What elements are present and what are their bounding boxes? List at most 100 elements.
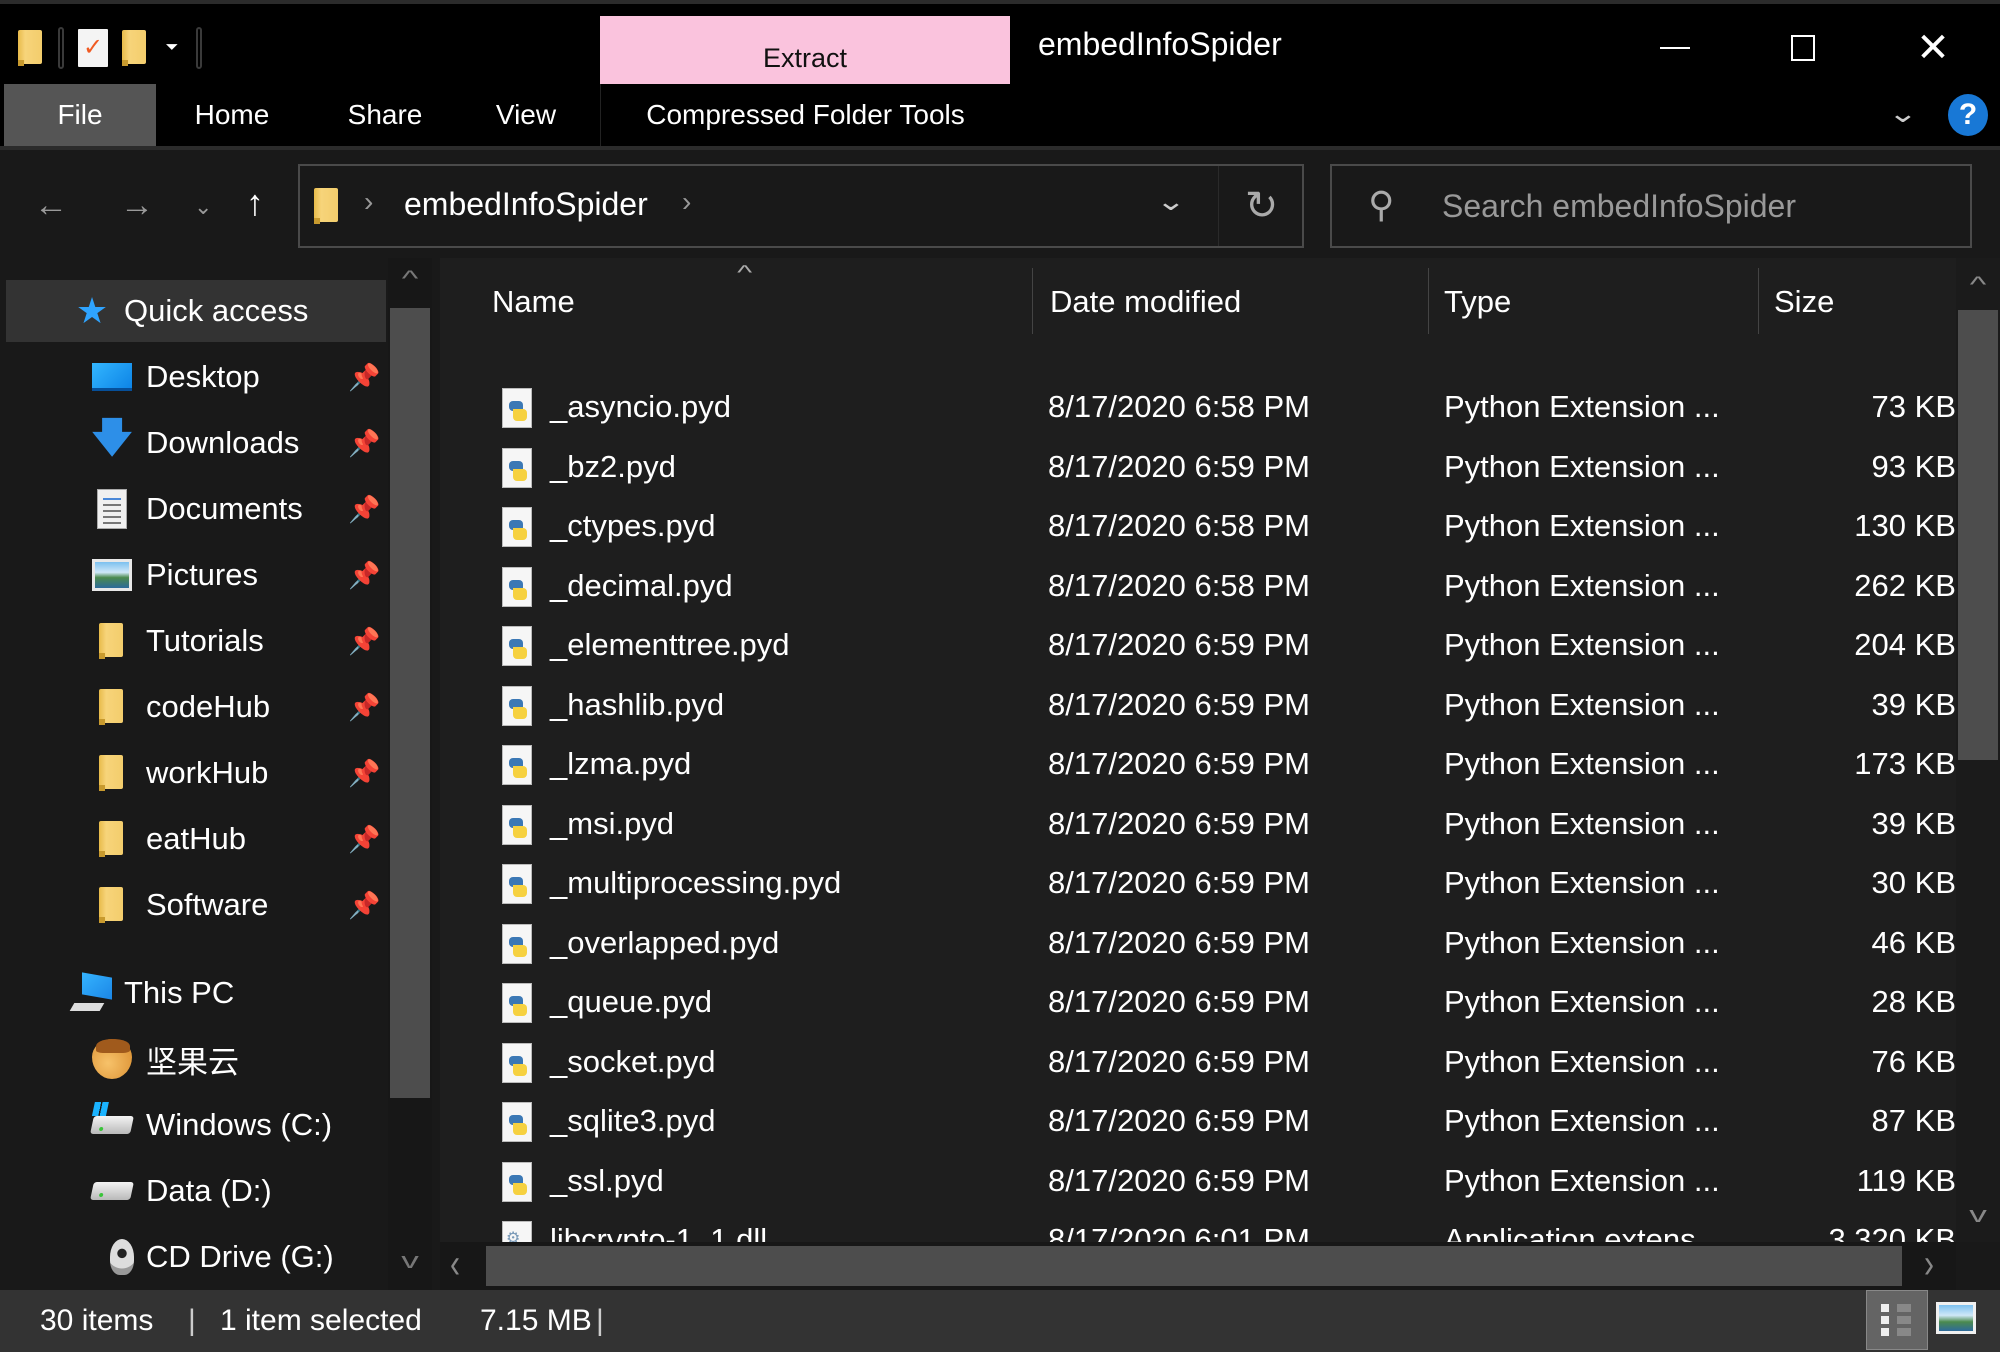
forward-button[interactable]: → (120, 186, 154, 225)
column-date-modified[interactable]: Date modified (1050, 264, 1241, 340)
sidebar-item-desktop[interactable]: Desktop 📌 (6, 346, 386, 408)
sidebar-item-downloads[interactable]: 🡇 Downloads 📌 (6, 412, 386, 474)
file-list: ^ Name Date modified Type Size _asyncio.… (440, 258, 2000, 1242)
pin-icon[interactable]: 📌 (348, 758, 380, 789)
breadcrumb-chevron-icon[interactable]: › (682, 186, 691, 218)
sidebar-item-pictures[interactable]: Pictures 📌 (6, 544, 386, 606)
address-dropdown-icon[interactable]: ⌄ (1156, 186, 1187, 217)
sidebar-item-windows-c[interactable]: Windows (C:) (6, 1094, 386, 1156)
column-divider[interactable] (1032, 268, 1033, 334)
extract-contextual-tab[interactable]: Extract (600, 16, 1010, 86)
tab-view[interactable]: View (476, 84, 576, 146)
pin-icon[interactable]: 📌 (348, 626, 380, 657)
sidebar-item-software[interactable]: Software 📌 (6, 874, 386, 936)
file-row[interactable]: _overlapped.pyd 8/17/2020 6:59 PM Python E… (440, 914, 1956, 972)
file-row[interactable]: _ctypes.pyd 8/17/2020 6:58 PM Python Exten… (440, 497, 1956, 555)
column-divider[interactable] (1428, 268, 1429, 334)
file-size: 39 KB (1871, 805, 1956, 841)
sidebar-item-this-pc[interactable]: This PC (6, 962, 386, 1024)
scroll-left-icon[interactable]: ‹ (450, 1241, 460, 1289)
column-name[interactable]: Name (492, 264, 575, 340)
file-row[interactable]: libcrypto-1_1.dll 8/17/2020 6:01 PM Applic… (440, 1211, 1956, 1242)
pin-icon[interactable]: 📌 (348, 560, 380, 591)
file-row[interactable]: _socket.pyd 8/17/2020 6:59 PM Python Exten… (440, 1033, 1956, 1091)
pin-icon[interactable]: 📌 (348, 428, 380, 459)
file-row[interactable]: _msi.pyd 8/17/2020 6:59 PM Python Extensio… (440, 795, 1956, 853)
scroll-down-icon[interactable]: v (375, 1248, 432, 1274)
refresh-button[interactable]: ↻ (1218, 166, 1304, 246)
tab-share[interactable]: Share (330, 84, 440, 146)
new-folder-icon[interactable] (122, 30, 148, 66)
tab-file[interactable]: File (4, 84, 156, 146)
search-box[interactable]: ⚲ (1330, 164, 1972, 248)
navigation-pane-scrollbar[interactable]: ^ v (388, 258, 432, 1290)
sidebar-item-eathub[interactable]: eatHub 📌 (6, 808, 386, 870)
maximize-button[interactable] (1758, 18, 1848, 78)
file-row[interactable]: _sqlite3.pyd 8/17/2020 6:59 PM Python Exte… (440, 1092, 1956, 1150)
expand-ribbon-chevron-icon[interactable]: ⌄ (1888, 98, 1919, 129)
file-row[interactable]: _decimal.pyd 8/17/2020 6:58 PM Python Exte… (440, 557, 1956, 615)
scrollbar-thumb[interactable] (390, 308, 430, 1098)
pin-icon[interactable]: 📌 (348, 362, 380, 393)
breadcrumb-chevron-icon[interactable]: › (364, 186, 373, 218)
sidebar-item-data-d[interactable]: Data (D:) (6, 1160, 386, 1222)
large-icons-view-button[interactable] (1936, 1302, 1976, 1334)
pin-icon[interactable]: 📌 (348, 824, 380, 855)
sidebar-item-documents[interactable]: Documents 📌 (6, 478, 386, 540)
up-button[interactable]: ↑ (246, 182, 264, 224)
tab-home[interactable]: Home (170, 84, 294, 146)
sidebar-item-quick-access[interactable]: ★ Quick access (6, 280, 386, 342)
recent-locations-button[interactable]: ⌄ (194, 194, 212, 220)
help-button[interactable]: ? (1948, 94, 1988, 136)
file-type: Python Extension ... (1444, 1043, 1720, 1079)
sidebar-item-tutorials[interactable]: Tutorials 📌 (6, 610, 386, 672)
sidebar-item-cd-drive-g[interactable]: CD Drive (G:) (6, 1226, 386, 1288)
close-button[interactable]: ✕ (1888, 18, 1978, 78)
file-type: Python Extension ... (1444, 984, 1720, 1019)
breadcrumb-item[interactable]: embedInfoSpider (404, 186, 648, 223)
file-row[interactable]: _lzma.pyd 8/17/2020 6:59 PM Python Extensi… (440, 735, 1956, 793)
sidebar-item-codehub[interactable]: codeHub 📌 (6, 676, 386, 738)
back-button[interactable]: ← (34, 186, 68, 225)
pin-icon[interactable]: 📌 (348, 494, 380, 525)
file-row[interactable]: _multiprocessing.pyd 8/17/2020 6:59 PM Pyt… (440, 854, 1956, 912)
scroll-up-icon[interactable]: ^ (375, 266, 432, 292)
column-size[interactable]: Size (1774, 264, 1834, 340)
pin-icon[interactable]: 📌 (348, 890, 380, 921)
file-row[interactable]: _hashlib.pyd 8/17/2020 6:59 PM Python Exte… (440, 676, 1956, 734)
file-size: 119 KB (1856, 1162, 1956, 1198)
scroll-right-icon[interactable]: › (1924, 1241, 1934, 1289)
selection-count: 1 item selected (220, 1304, 422, 1337)
sidebar-item-workhub[interactable]: workHub 📌 (6, 742, 386, 804)
sidebar-item-nutstore[interactable]: 坚果云 (6, 1028, 386, 1090)
pin-icon[interactable]: 📌 (348, 692, 380, 723)
file-date-modified: 8/17/2020 6:59 PM (1048, 805, 1310, 841)
address-bar[interactable]: › embedInfoSpider › ⌄ ↻ (298, 164, 1304, 248)
customize-dropdown-icon[interactable]: ⏷ (162, 39, 182, 57)
folder-icon (92, 621, 132, 661)
scrollbar-thumb[interactable] (486, 1246, 1902, 1286)
file-row[interactable]: _bz2.pyd 8/17/2020 6:59 PM Python Extensio… (440, 438, 1956, 496)
file-list-horizontal-scrollbar[interactable]: ‹ › (440, 1241, 1956, 1290)
details-view-icon (1881, 1316, 1911, 1324)
column-type[interactable]: Type (1444, 264, 1511, 340)
file-name: _queue.pyd (550, 984, 713, 1019)
folder-icon[interactable] (18, 30, 44, 66)
scroll-down-icon[interactable]: v (1943, 1202, 2000, 1228)
nutstore-icon (92, 1039, 132, 1079)
search-input[interactable] (1442, 184, 1942, 228)
toolbar-separator (58, 27, 64, 69)
minimize-button[interactable] (1630, 18, 1720, 78)
file-row[interactable]: _ssl.pyd 8/17/2020 6:59 PM Python Extensio… (440, 1152, 1956, 1210)
scroll-up-icon[interactable]: ^ (1943, 272, 2000, 298)
tab-compressed-folder-tools[interactable]: Compressed Folder Tools (600, 84, 1010, 146)
properties-icon[interactable] (78, 29, 108, 67)
sidebar-item-label: eatHub (146, 821, 246, 856)
file-row[interactable]: _queue.pyd 8/17/2020 6:59 PM Python Extens… (440, 973, 1956, 1031)
file-row[interactable]: _asyncio.pyd 8/17/2020 6:58 PM Python Exte… (440, 378, 1956, 436)
column-divider[interactable] (1758, 268, 1759, 334)
file-list-vertical-scrollbar[interactable]: ^ v (1956, 258, 2000, 1242)
file-row[interactable]: _elementtree.pyd 8/17/2020 6:59 PM Python … (440, 616, 1956, 674)
scrollbar-thumb[interactable] (1958, 310, 1998, 760)
details-view-button[interactable] (1866, 1290, 1928, 1350)
